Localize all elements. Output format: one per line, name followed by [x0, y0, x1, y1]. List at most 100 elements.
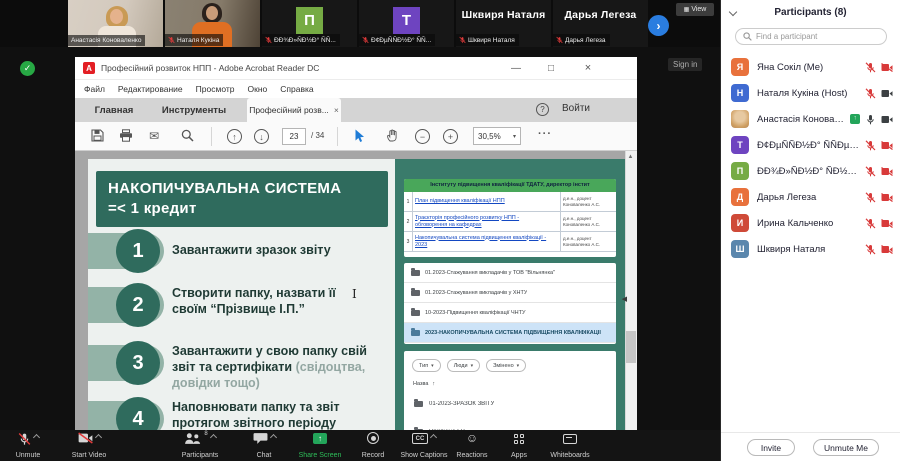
avatar-initial: Я [736, 62, 744, 72]
chevron-up-icon[interactable] [209, 433, 217, 442]
next-arrow-icon: › [656, 18, 661, 33]
participant-row[interactable]: И Ирина Кальченко ↑ [721, 210, 900, 236]
save-button[interactable] [91, 129, 104, 142]
menu-item[interactable]: Файл [84, 84, 105, 94]
folder-list-screenshot: 01.2023-Стажування викладачів у ТОВ "Віл… [404, 263, 616, 344]
zoom-level-select[interactable]: 30,5% ▾ [473, 127, 521, 145]
avatar: Т [731, 136, 749, 154]
tile-name-label: Наталя Кукіна [165, 34, 224, 46]
video-tile-4[interactable]: T Ð¢ÐµÑÑÐ½Ð° ÑÑ... [359, 0, 454, 47]
video-tile-2[interactable]: Наталя Кукіна [165, 0, 260, 47]
chat-icon [253, 433, 267, 444]
chat-label: Chat [256, 452, 272, 459]
camera-status-icon [881, 89, 893, 98]
tab-close-icon[interactable]: × [334, 105, 339, 115]
folder-icon [411, 327, 420, 336]
folder-icon [411, 307, 420, 316]
maximize-button[interactable]: □ [540, 60, 562, 76]
minus-icon: − [419, 131, 426, 142]
record-button[interactable]: Record [350, 432, 396, 460]
video-strip: Анастасія Коноваленко Наталя Кукіна П ÐÐ… [0, 0, 720, 47]
scrollbar-thumb[interactable] [626, 331, 636, 363]
participant-row[interactable]: Д Дарья Легеза ↑ [721, 184, 900, 210]
next-page-button[interactable]: ↓ [254, 129, 269, 144]
step-text: Наповнювати папку та звіт протягом звітн… [172, 400, 340, 430]
side-pane-toggle[interactable]: ◀ [622, 295, 627, 303]
participant-row[interactable]: Я Яна Сокіл (Me) ↑ [721, 54, 900, 80]
email-button[interactable]: ✉ [149, 129, 159, 143]
zoom-meeting-toolbar: Unmute Start Video 8 Participants Chat ↑… [0, 430, 720, 461]
chevron-up-icon[interactable] [269, 433, 277, 442]
show-captions-button[interactable]: CC Show Captions [392, 432, 456, 460]
video-tile-1[interactable]: Анастасія Коноваленко [68, 0, 163, 47]
menu-item[interactable]: Просмотр [196, 84, 235, 94]
participant-row[interactable]: П ÐÐ¾Ð»ÑÐ½Ð° ÑÐ½ÑÐµÐ²Ð° ↑ [721, 158, 900, 184]
hand-tool-button[interactable] [386, 129, 399, 142]
video-tile-3[interactable]: П ÐÐ¾Ð»ÑÐ½Ð° ÑÑ... [262, 0, 357, 47]
acrobat-menubar: Файл Редактирование Просмотр Окно Справка [75, 80, 637, 98]
chat-button[interactable]: Chat [240, 432, 288, 460]
find-button[interactable] [181, 129, 194, 142]
invite-button[interactable]: Invite [747, 439, 795, 456]
tab-document[interactable]: Професійний розв... × [247, 98, 341, 122]
pdf-scrollbar[interactable]: ▲ [625, 151, 637, 432]
whiteboards-button[interactable]: Whiteboards [541, 432, 599, 460]
step-text: Завантажити у свою папку свій звіт та се… [172, 344, 367, 390]
page-number-input[interactable]: 23 [282, 128, 306, 145]
print-button[interactable] [119, 129, 133, 142]
tab-tools[interactable]: Инструменты [149, 98, 239, 122]
unmute-me-button[interactable]: Unmute Me [813, 439, 879, 456]
participant-status-icons: ↑ [865, 217, 893, 229]
unmute-button[interactable]: Unmute [0, 432, 56, 460]
previous-page-button[interactable]: ↑ [227, 129, 242, 144]
step-number-circle: 3 [116, 341, 160, 385]
next-participants-button[interactable]: › [648, 15, 669, 36]
search-input[interactable]: Find a participant [735, 28, 887, 45]
video-tile-6[interactable]: Дарья Легеза Дарья Легеза [553, 0, 648, 47]
participant-row[interactable]: Т Ð¢ÐµÑÑÐ½Ð° ÑÑÐµÑÑÐµÐ½... ↑ [721, 132, 900, 158]
reactions-icon: ☺ [465, 431, 479, 445]
step-number-circle: 1 [116, 229, 160, 273]
cursor-icon [355, 129, 364, 142]
mic-status-icon [865, 217, 876, 229]
select-tool-button[interactable] [354, 129, 365, 143]
plus-icon: + [447, 131, 454, 142]
apps-button[interactable]: Apps [497, 432, 541, 460]
acrobat-sign-in-link[interactable]: Войти [562, 103, 590, 114]
zoom-out-button[interactable]: − [415, 129, 430, 144]
whiteboards-label: Whiteboards [550, 452, 590, 459]
help-icon[interactable]: ? [536, 103, 549, 116]
chevron-up-icon[interactable] [32, 433, 40, 442]
tab-home[interactable]: Главная [83, 98, 145, 122]
camera-status-icon [881, 140, 893, 150]
row-link: План підвищення кваліфікації НПП [415, 198, 505, 204]
avatar: Д [731, 188, 749, 206]
participant-row[interactable]: Н Наталя Кукіна (Host) ↑ [721, 80, 900, 106]
folder-row: 01.2023-Стажування викладачів у ХНТУ [404, 283, 616, 303]
minimize-button[interactable]: — [505, 60, 527, 76]
scroll-up-arrow[interactable]: ▲ [625, 152, 636, 163]
more-tools-button[interactable]: ··· [538, 128, 552, 140]
reactions-button[interactable]: ☺ Reactions [450, 432, 494, 460]
share-screen-button[interactable]: ↑ Share Screen [286, 432, 354, 460]
participants-panel: Participants (8) Find a participant Я Ян… [720, 0, 900, 461]
sign-in-overlay-button[interactable]: Sign in [668, 58, 703, 71]
close-button[interactable]: × [577, 60, 599, 76]
participant-status-icons: ↑ [850, 114, 893, 125]
participant-row[interactable]: Ш Шквиря Наталя ↑ [721, 236, 900, 262]
participants-button[interactable]: 8 Participants [162, 431, 238, 460]
view-button[interactable]: ▦ View [676, 3, 714, 16]
zoom-in-button[interactable]: + [443, 129, 458, 144]
participant-row[interactable]: Анастасія Коноваленко ↑ [721, 106, 900, 132]
view-label: View [691, 6, 707, 13]
mic-muted-icon [265, 36, 272, 44]
menu-item[interactable]: Справка [280, 84, 313, 94]
participant-name: Ð¢ÐµÑÑÐ½Ð° ÑÑÐµÑÑÐµÐ½... [757, 139, 861, 151]
menu-item[interactable]: Окно [248, 84, 268, 94]
start-video-button[interactable]: Start Video [56, 432, 122, 460]
video-tile-5[interactable]: Шквиря Наталя Шквиря Наталя [456, 0, 551, 47]
row-author: д.е.н., доцент Коноваленко А.С. [560, 192, 616, 211]
menu-item[interactable]: Редактирование [118, 84, 183, 94]
chevron-up-icon[interactable] [94, 433, 102, 442]
chevron-up-icon[interactable] [429, 433, 438, 442]
